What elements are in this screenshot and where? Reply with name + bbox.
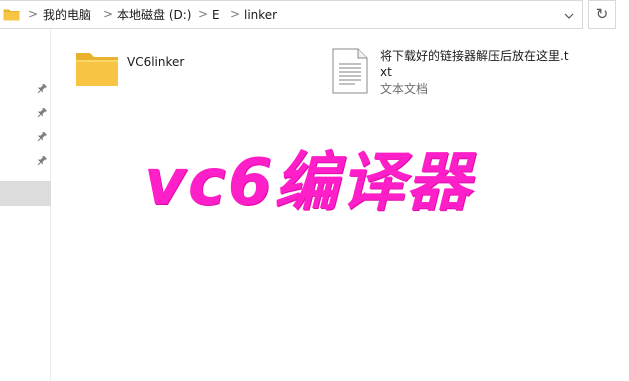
navigation-pane [0, 29, 51, 381]
breadcrumb-e[interactable]: E [212, 8, 220, 22]
breadcrumb-local-disk[interactable]: 本地磁盘 (D:) [117, 8, 191, 22]
breadcrumb-separator: > [230, 7, 241, 21]
pin-icon[interactable] [36, 107, 48, 119]
folder-icon [3, 9, 20, 21]
address-bar[interactable]: > 我的电脑 > 本地磁盘 (D:) > E > linker [0, 0, 583, 29]
breadcrumb-my-computer[interactable]: 我的电脑 [43, 8, 91, 22]
text-file-icon [332, 48, 368, 94]
text-file-type: 文本文档 [380, 82, 429, 96]
pin-icon[interactable] [36, 83, 48, 95]
pin-icon[interactable] [36, 131, 48, 143]
refresh-button[interactable]: ↻ [588, 0, 616, 29]
breadcrumb-separator: > [198, 7, 209, 21]
breadcrumb-separator: > [103, 7, 114, 21]
refresh-icon: ↻ [595, 5, 609, 23]
text-file-name: 将下载好的链接器解压后放在这里.txt [380, 49, 569, 79]
pin-icon[interactable] [36, 155, 48, 167]
breadcrumb-linker[interactable]: linker [244, 8, 277, 22]
nav-selected-item[interactable] [0, 181, 51, 206]
chevron-down-icon[interactable] [561, 7, 577, 23]
folder-icon [76, 53, 118, 86]
folder-name: VC6linker [127, 55, 185, 69]
breadcrumb-separator: > [28, 7, 39, 21]
overlay-caption: vc6编译器 [144, 146, 473, 220]
